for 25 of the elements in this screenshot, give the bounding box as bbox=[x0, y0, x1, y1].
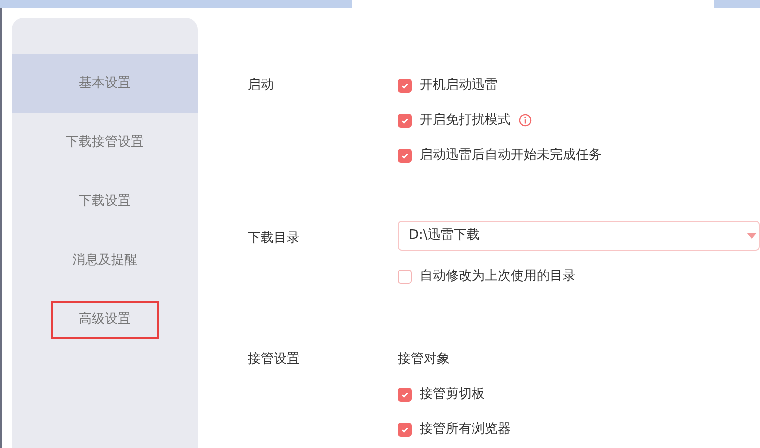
section-label: 下载目录 bbox=[248, 230, 301, 248]
checkbox[interactable] bbox=[398, 270, 412, 284]
checkbox-label: 接管所有浏览器 bbox=[420, 420, 511, 439]
sidebar-item[interactable]: 高级设置 bbox=[12, 290, 198, 349]
directory-dropdown[interactable]: D:\迅雷下载 bbox=[398, 221, 760, 251]
section-label: 接管设置 bbox=[248, 351, 301, 369]
header-band bbox=[714, 0, 760, 8]
sidebar-item[interactable]: 下载设置 bbox=[12, 172, 198, 231]
checkbox[interactable] bbox=[398, 388, 412, 402]
checkbox-label: 启动迅雷后自动开始未完成任务 bbox=[420, 146, 602, 165]
checkbox-label: 接管剪切板 bbox=[420, 386, 485, 404]
info-icon[interactable] bbox=[519, 114, 532, 127]
section-label: 启动 bbox=[248, 77, 275, 95]
caret-icon bbox=[747, 233, 757, 239]
checkbox-label: 开机启动迅雷 bbox=[420, 76, 498, 95]
checkbox[interactable] bbox=[398, 148, 412, 162]
sidebar-item[interactable]: 基本设置 bbox=[12, 54, 198, 113]
sidebar-item[interactable]: 下载接管设置 bbox=[12, 113, 198, 172]
subheading: 接管对象 bbox=[398, 350, 450, 369]
checkbox-label: 开启免打扰模式 bbox=[420, 112, 511, 130]
checkbox[interactable] bbox=[398, 114, 412, 128]
checkbox[interactable] bbox=[398, 78, 412, 92]
checkbox-label: 自动修改为上次使用的目录 bbox=[420, 268, 576, 286]
checkbox[interactable] bbox=[398, 422, 412, 436]
sidebar-item[interactable]: 消息及提醒 bbox=[12, 231, 198, 290]
